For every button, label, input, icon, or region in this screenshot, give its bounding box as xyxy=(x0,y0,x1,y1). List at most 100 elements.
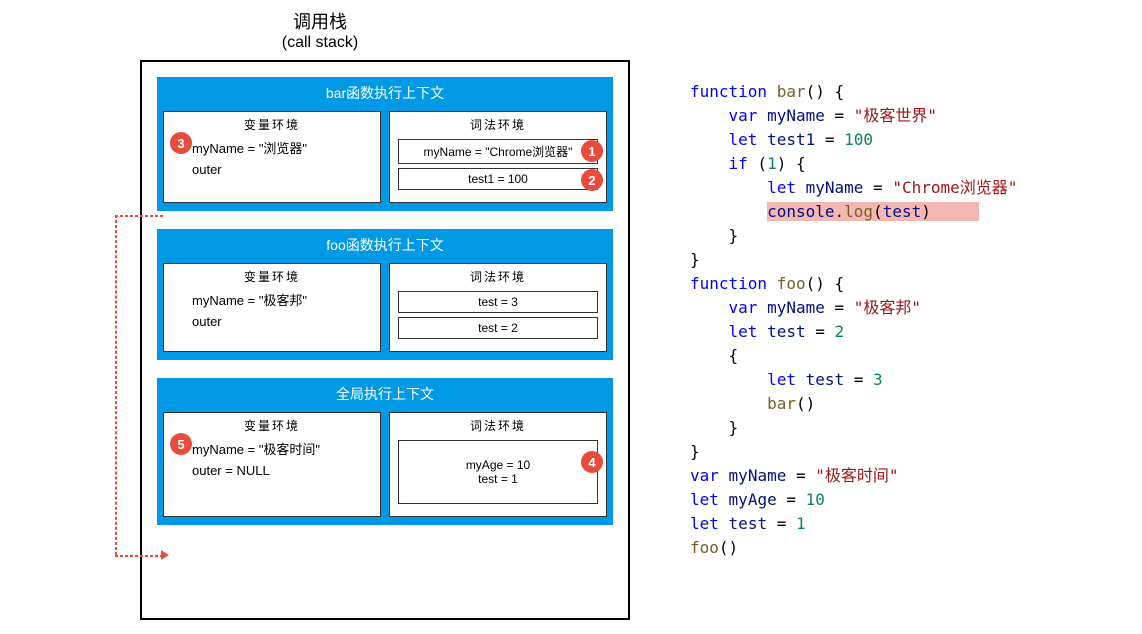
outer-arrow-vertical xyxy=(115,215,117,555)
call-stack-container: bar函数执行上下文 3 变量环境 myName = "浏览器" outer 词… xyxy=(140,60,630,620)
kw: let xyxy=(767,370,796,389)
badge-5: 5 xyxy=(170,433,192,455)
code-listing: function bar() { var myName = "极客世界" let… xyxy=(690,80,1017,560)
fn: log xyxy=(844,202,873,221)
var-line: myName = "极客邦" xyxy=(192,291,372,312)
fn: bar xyxy=(767,394,796,413)
t: = xyxy=(777,490,806,509)
t: = xyxy=(825,298,854,317)
lex-item: test1 = 100 2 xyxy=(398,168,598,190)
t: () xyxy=(796,394,815,413)
diagram-title: 调用栈 (call stack) xyxy=(0,8,640,52)
frame-title: bar函数执行上下文 xyxy=(159,79,611,107)
outer-arrow-bottom xyxy=(115,555,163,557)
var-line: outer xyxy=(192,312,372,333)
t: = xyxy=(806,322,835,341)
fn: foo xyxy=(690,538,719,557)
kw: let xyxy=(767,178,796,197)
id: myName xyxy=(806,178,864,197)
t: { xyxy=(690,346,738,365)
env-label: 词法环境 xyxy=(398,268,598,285)
num: 2 xyxy=(835,322,845,341)
lex-text: myName = "Chrome浏览器" xyxy=(424,145,573,159)
t: } xyxy=(690,418,738,437)
num: 3 xyxy=(873,370,883,389)
t: ( xyxy=(748,154,767,173)
lex-item: test = 2 xyxy=(398,317,598,339)
lex-item: myName = "Chrome浏览器" 1 xyxy=(398,139,598,164)
t: ) { xyxy=(777,154,806,173)
variable-environment: 变量环境 myName = "极客邦" outer xyxy=(163,263,381,352)
outer-arrow-top xyxy=(115,215,163,217)
kw: function xyxy=(690,274,767,293)
str: "Chrome浏览器" xyxy=(892,178,1017,197)
highlighted-line: console.log(test) xyxy=(767,202,979,221)
env-label: 变量环境 xyxy=(172,268,372,285)
badge-2: 2 xyxy=(581,169,603,191)
str: "极客邦" xyxy=(854,298,921,317)
t: = xyxy=(825,106,854,125)
env-label: 词法环境 xyxy=(398,116,598,133)
t: } xyxy=(690,442,700,461)
variable-environment: 3 变量环境 myName = "浏览器" outer xyxy=(163,111,381,203)
badge-3: 3 xyxy=(170,132,192,154)
lex-text: myAge = 10 test = 1 xyxy=(466,458,530,486)
id: myName xyxy=(729,466,787,485)
stack-frame-foo: foo函数执行上下文 变量环境 myName = "极客邦" outer 词法环… xyxy=(157,229,613,360)
t: () xyxy=(719,538,738,557)
kw: let xyxy=(729,130,758,149)
title-english: (call stack) xyxy=(0,34,640,52)
outer-arrow-head xyxy=(161,550,169,560)
kw: if xyxy=(729,154,748,173)
frame-title: 全局执行上下文 xyxy=(159,380,611,408)
env-label: 变量环境 xyxy=(172,116,372,133)
stack-frame-bar: bar函数执行上下文 3 变量环境 myName = "浏览器" outer 词… xyxy=(157,77,613,211)
kw: var xyxy=(690,466,719,485)
t: . xyxy=(835,202,845,221)
t: ( xyxy=(873,202,883,221)
var-line: outer = NULL xyxy=(192,461,372,482)
id: myName xyxy=(767,298,825,317)
id: myAge xyxy=(729,490,777,509)
lexical-environment: 词法环境 myName = "Chrome浏览器" 1 test1 = 100 … xyxy=(389,111,607,203)
id: myName xyxy=(767,106,825,125)
t: ) xyxy=(921,202,931,221)
id: test xyxy=(806,370,845,389)
kw: let xyxy=(690,514,719,533)
kw: var xyxy=(729,106,758,125)
var-line: outer xyxy=(192,160,372,181)
num: 100 xyxy=(844,130,873,149)
kw: let xyxy=(690,490,719,509)
lexical-environment: 词法环境 myAge = 10 test = 1 4 xyxy=(389,412,607,517)
t: = xyxy=(844,370,873,389)
str: "极客时间" xyxy=(815,466,898,485)
kw: let xyxy=(729,322,758,341)
badge-4: 4 xyxy=(581,451,603,473)
lexical-environment: 词法环境 test = 3 test = 2 xyxy=(389,263,607,352)
t: = xyxy=(815,130,844,149)
badge-1: 1 xyxy=(581,140,603,162)
lex-item: test = 3 xyxy=(398,291,598,313)
t: () { xyxy=(806,274,845,293)
id: console xyxy=(767,202,834,221)
fn: foo xyxy=(777,274,806,293)
stack-frame-global: 全局执行上下文 5 变量环境 myName = "极客时间" outer = N… xyxy=(157,378,613,525)
env-label: 词法环境 xyxy=(398,417,598,434)
t: = xyxy=(863,178,892,197)
id: test xyxy=(883,202,922,221)
kw: var xyxy=(729,298,758,317)
lex-text: test1 = 100 xyxy=(468,172,528,186)
kw: function xyxy=(690,82,767,101)
id: test xyxy=(767,322,806,341)
variable-environment: 5 变量环境 myName = "极客时间" outer = NULL xyxy=(163,412,381,517)
var-line: myName = "浏览器" xyxy=(192,139,372,160)
env-label: 变量环境 xyxy=(172,417,372,434)
id: test xyxy=(729,514,768,533)
frame-title: foo函数执行上下文 xyxy=(159,231,611,259)
var-line: myName = "极客时间" xyxy=(192,440,372,461)
t: } xyxy=(690,226,738,245)
num: 1 xyxy=(796,514,806,533)
num: 1 xyxy=(767,154,777,173)
t: } xyxy=(690,250,700,269)
title-chinese: 调用栈 xyxy=(0,8,640,34)
